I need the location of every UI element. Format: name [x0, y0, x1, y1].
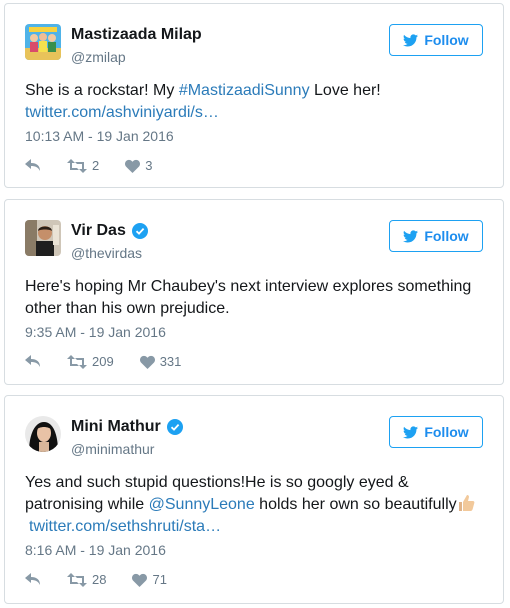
follow-label: Follow — [424, 32, 469, 48]
follow-label: Follow — [424, 424, 469, 440]
twitter-bird-icon — [403, 229, 419, 242]
tweet-actions: 28 71 — [25, 572, 193, 587]
retweet-count: 2 — [92, 158, 100, 173]
tweet-text: Here's hoping Mr Chaubey's next intervie… — [25, 278, 472, 317]
like-count: 71 — [152, 572, 167, 587]
avatar[interactable] — [25, 416, 61, 452]
like-count: 3 — [145, 158, 153, 173]
reply-icon — [25, 158, 40, 171]
retweet-icon — [67, 354, 87, 369]
tweet-url-link[interactable]: twitter.com/sethshruti/sta… — [29, 518, 221, 535]
like-button[interactable]: 71 — [132, 572, 167, 587]
like-button[interactable]: 3 — [125, 158, 152, 173]
follow-button[interactable]: Follow — [389, 220, 483, 252]
reply-icon — [25, 572, 40, 585]
follow-button[interactable]: Follow — [389, 416, 483, 448]
author-name[interactable]: Vir Das — [71, 222, 148, 240]
reply-button[interactable] — [25, 158, 41, 173]
tweet-text-part: Love her! — [309, 82, 381, 99]
timestamp[interactable]: 9:35 AM - 19 Jan 2016 — [25, 324, 166, 340]
timestamp[interactable]: 8:16 AM - 19 Jan 2016 — [25, 542, 166, 558]
follow-button[interactable]: Follow — [389, 24, 483, 56]
retweet-button[interactable]: 28 — [67, 572, 106, 587]
like-count: 331 — [159, 354, 182, 369]
verified-badge-icon — [131, 223, 148, 239]
tweet-text: Yes and such stupid questions!He is so g… — [25, 472, 483, 538]
heart-icon — [132, 573, 148, 587]
retweet-count: 28 — [92, 572, 107, 587]
author-name[interactable]: Mastizaada Milap — [71, 26, 202, 44]
retweet-icon — [67, 572, 87, 587]
reply-button[interactable] — [25, 354, 41, 369]
timestamp[interactable]: 10:13 AM - 19 Jan 2016 — [25, 128, 174, 144]
tweet-text-part: holds her own so beautifully — [254, 496, 457, 513]
author-handle[interactable]: @minimathur — [71, 441, 154, 457]
follow-label: Follow — [424, 228, 469, 244]
tweet-card[interactable]: Mini Mathur @minimathur Follow Yes and s… — [4, 395, 504, 604]
tweet-actions: 209 331 — [25, 354, 207, 369]
avatar[interactable] — [25, 24, 61, 60]
like-button[interactable]: 331 — [139, 354, 182, 369]
retweet-button[interactable]: 2 — [67, 158, 99, 173]
avatar[interactable] — [25, 220, 61, 256]
retweet-count: 209 — [92, 354, 114, 369]
hashtag-link[interactable]: #MastizaadiSunny — [179, 82, 310, 99]
tweet-text-part: She is a rockstar! My — [25, 82, 179, 99]
heart-icon — [125, 159, 141, 173]
retweet-button[interactable]: 209 — [67, 354, 114, 369]
tweet-url-link[interactable]: twitter.com/ashviniyardi/s… — [25, 104, 219, 121]
tweet-actions: 2 3 — [25, 158, 178, 173]
thumbs-up-emoji — [458, 495, 475, 511]
tweet-card[interactable]: Mastizaada Milap @zmilap Follow She is a… — [4, 3, 504, 188]
retweet-icon — [67, 158, 87, 173]
heart-icon — [139, 355, 155, 369]
reply-icon — [25, 354, 40, 367]
author-handle[interactable]: @thevirdas — [71, 245, 142, 261]
tweet-text: She is a rockstar! My #MastizaadiSunny L… — [25, 80, 483, 124]
tweet-card[interactable]: Vir Das @thevirdas Follow Here's hoping … — [4, 199, 504, 385]
twitter-bird-icon — [403, 33, 419, 46]
author-name[interactable]: Mini Mathur — [71, 418, 183, 436]
reply-button[interactable] — [25, 572, 41, 587]
mention-link[interactable]: @SunnyLeone — [149, 496, 255, 513]
verified-badge-icon — [166, 419, 183, 435]
twitter-bird-icon — [403, 425, 419, 438]
author-handle[interactable]: @zmilap — [71, 49, 126, 65]
